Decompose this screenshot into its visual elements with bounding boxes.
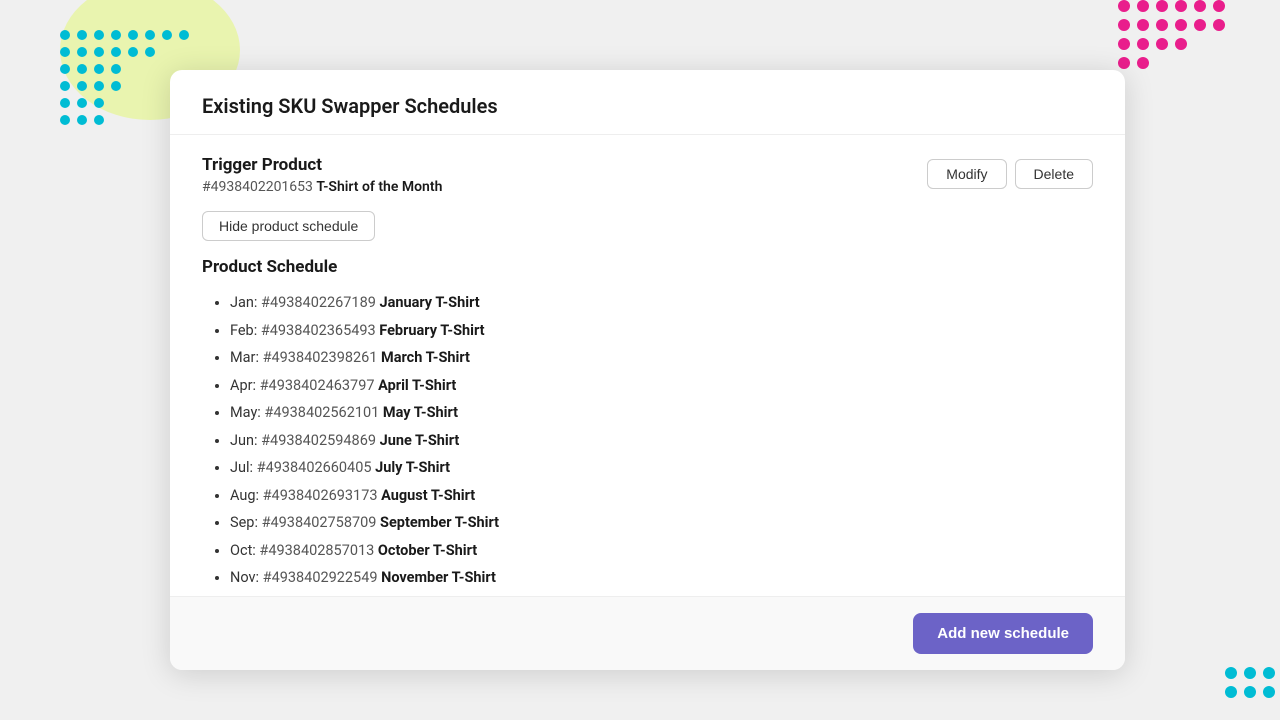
trigger-section: Trigger Product #4938402201653 T-Shirt o… — [202, 155, 1093, 195]
trigger-product-id: #4938402201653 T-Shirt of the Month — [202, 179, 442, 195]
item-sku: #4938402758709 — [262, 514, 380, 531]
item-sku: #4938402398261 — [263, 349, 381, 366]
trigger-actions: Modify Delete — [927, 159, 1093, 189]
trigger-info: Trigger Product #4938402201653 T-Shirt o… — [202, 155, 442, 195]
trigger-label: Trigger Product — [202, 155, 442, 175]
month-label: Apr: — [230, 377, 260, 394]
schedule-list-item: Feb: #4938402365493 February T-Shirt — [230, 317, 1093, 345]
month-label: Jul: — [230, 459, 257, 476]
month-label: May: — [230, 404, 264, 421]
schedule-list-item: Jan: #4938402267189 January T-Shirt — [230, 289, 1093, 317]
item-name: May T-Shirt — [383, 404, 458, 421]
item-sku: #4938402922549 — [263, 569, 381, 586]
month-label: Jan: — [230, 294, 261, 311]
item-name: July T-Shirt — [375, 459, 450, 476]
schedule-list-item: Jun: #4938402594869 June T-Shirt — [230, 427, 1093, 455]
schedule-list-item: Sep: #4938402758709 September T-Shirt — [230, 509, 1093, 537]
card-body: Trigger Product #4938402201653 T-Shirt o… — [170, 135, 1125, 596]
modify-button[interactable]: Modify — [927, 159, 1006, 189]
item-sku: #4938402857013 — [259, 542, 377, 559]
schedule-list-item: Oct: #4938402857013 October T-Shirt — [230, 537, 1093, 565]
schedule-list: Jan: #4938402267189 January T-ShirtFeb: … — [202, 289, 1093, 596]
trigger-sku-id: #4938402201653 — [202, 179, 313, 195]
schedule-list-item: Apr: #4938402463797 April T-Shirt — [230, 372, 1093, 400]
schedule-list-item: Aug: #4938402693173 August T-Shirt — [230, 482, 1093, 510]
trigger-product-name: T-Shirt of the Month — [316, 179, 442, 195]
month-label: Mar: — [230, 349, 263, 366]
main-card: Existing SKU Swapper Schedules Trigger P… — [170, 70, 1125, 670]
month-label: Nov: — [230, 569, 263, 586]
item-name: April T-Shirt — [378, 377, 456, 394]
delete-button[interactable]: Delete — [1015, 159, 1093, 189]
schedule-section-title: Product Schedule — [202, 257, 1093, 277]
item-name: March T-Shirt — [381, 349, 470, 366]
schedule-list-item: Jul: #4938402660405 July T-Shirt — [230, 454, 1093, 482]
add-new-schedule-button[interactable]: Add new schedule — [913, 613, 1093, 654]
card-header: Existing SKU Swapper Schedules — [170, 70, 1125, 135]
item-sku: #4938402594869 — [261, 432, 379, 449]
month-label: Jun: — [230, 432, 261, 449]
item-name: October T-Shirt — [378, 542, 477, 559]
item-sku: #4938402267189 — [261, 294, 379, 311]
schedule-list-item: Nov: #4938402922549 November T-Shirt — [230, 564, 1093, 592]
month-label: Aug: — [230, 487, 263, 504]
card-footer: Add new schedule — [170, 596, 1125, 670]
page-title: Existing SKU Swapper Schedules — [202, 94, 1093, 118]
month-label: Oct: — [230, 542, 259, 559]
item-sku: #4938402463797 — [260, 377, 378, 394]
schedule-list-item: Mar: #4938402398261 March T-Shirt — [230, 344, 1093, 372]
schedule-list-item: May: #4938402562101 May T-Shirt — [230, 399, 1093, 427]
pink-dots-topright — [1118, 0, 1225, 76]
item-sku: #4938402562101 — [264, 404, 382, 421]
item-name: February T-Shirt — [379, 322, 484, 339]
teal-dots-bottomright — [1225, 667, 1275, 705]
item-name: September T-Shirt — [380, 514, 499, 531]
month-label: Sep: — [230, 514, 262, 531]
month-label: Feb: — [230, 322, 261, 339]
item-sku: #4938402660405 — [257, 459, 375, 476]
item-name: June T-Shirt — [380, 432, 460, 449]
item-name: August T-Shirt — [381, 487, 475, 504]
item-sku: #4938402365493 — [261, 322, 379, 339]
item-name: January T-Shirt — [379, 294, 479, 311]
hide-schedule-button[interactable]: Hide product schedule — [202, 211, 375, 241]
item-sku: #4938402693173 — [263, 487, 381, 504]
item-name: November T-Shirt — [381, 569, 496, 586]
